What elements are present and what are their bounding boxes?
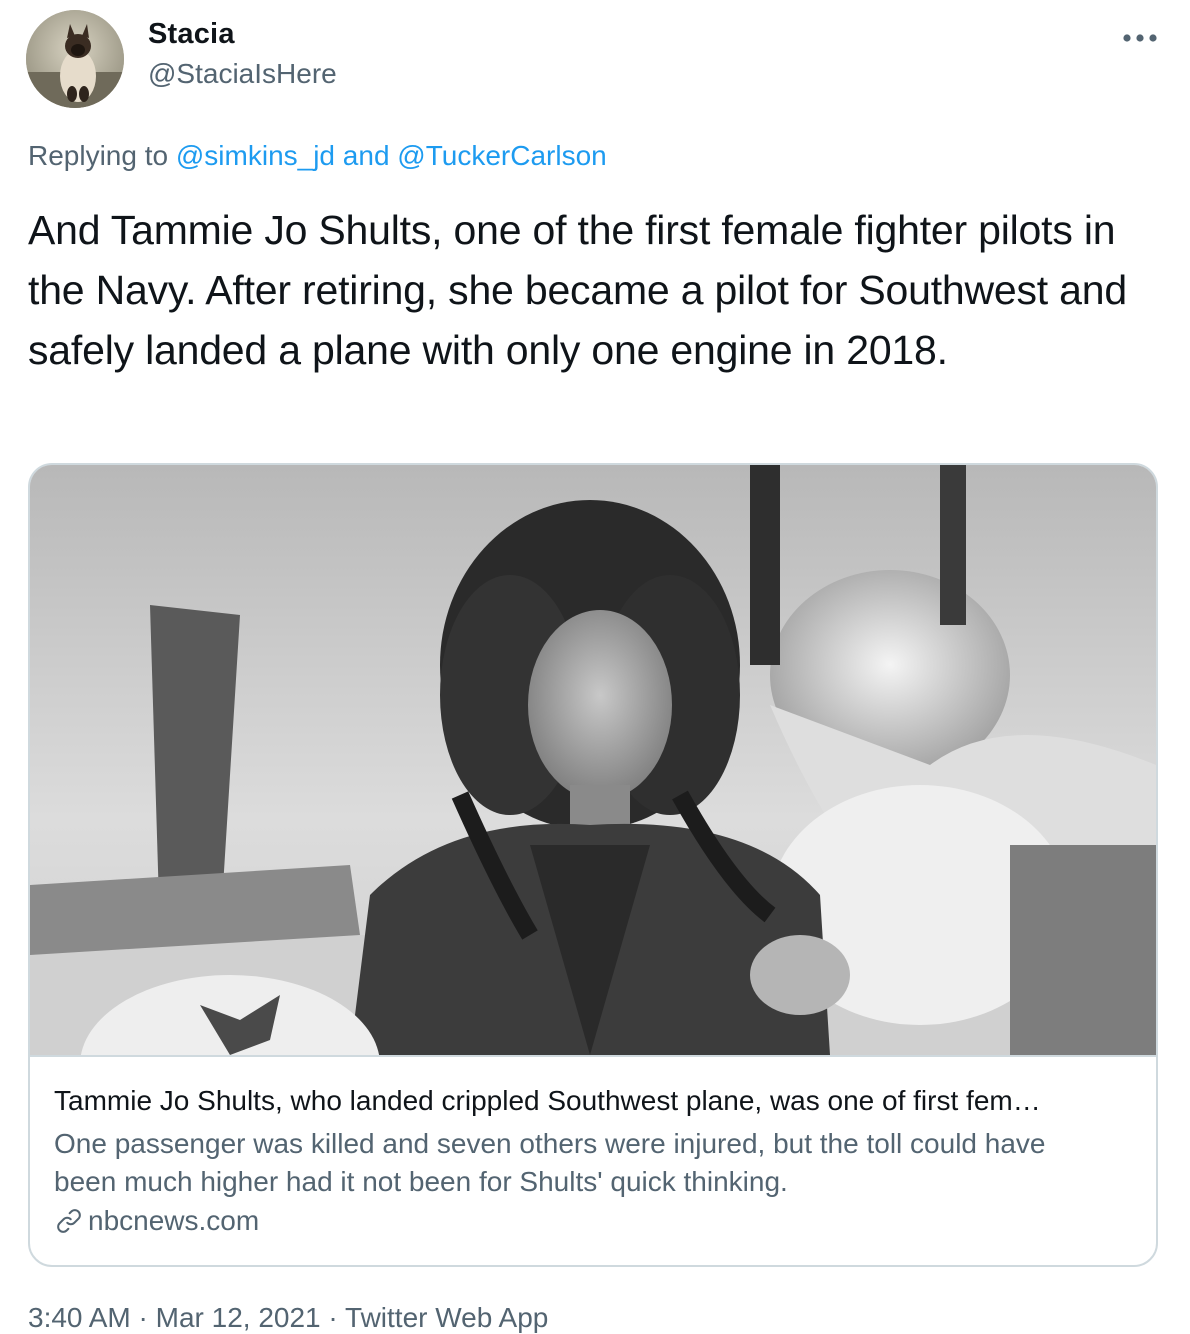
tweet-meta: 3:40 AM · Mar 12, 2021 · Twitter Web App: [28, 1302, 548, 1334]
tweet: Stacia @StaciaIsHere Replying to @simkin…: [0, 0, 1190, 1334]
card-domain-text: nbcnews.com: [88, 1205, 260, 1236]
more-options-icon[interactable]: [1118, 20, 1162, 56]
tweet-text: And Tammie Jo Shults, one of the first f…: [28, 207, 1127, 373]
avatar[interactable]: [26, 10, 124, 108]
tweet-client[interactable]: Twitter Web App: [345, 1302, 548, 1333]
card-title[interactable]: Tammie Jo Shults, who landed crippled So…: [54, 1085, 1134, 1117]
reply-mention-tuckercarlson[interactable]: @TuckerCarlson: [397, 140, 606, 171]
replying-to: Replying to @simkins_jd and @TuckerCarls…: [28, 140, 607, 172]
card-divider: [30, 1055, 1156, 1057]
card-domain[interactable]: nbcnews.com: [54, 1205, 259, 1237]
card-image[interactable]: [30, 465, 1156, 1055]
link-icon: [54, 1206, 84, 1236]
author-handle[interactable]: @StaciaIsHere: [148, 58, 337, 90]
card-description[interactable]: One passenger was killed and seven other…: [54, 1125, 1114, 1201]
author-name[interactable]: Stacia: [148, 18, 235, 51]
reply-mention-and[interactable]: and: [343, 140, 390, 171]
meta-separator-2: ·: [328, 1302, 338, 1333]
replying-to-label: Replying to: [28, 140, 169, 171]
link-card[interactable]: Tammie Jo Shults, who landed crippled So…: [28, 463, 1158, 1267]
meta-separator-1: ·: [138, 1302, 148, 1333]
tweet-time[interactable]: 3:40 AM: [28, 1302, 131, 1333]
reply-mention-simkins[interactable]: @simkins_jd: [176, 140, 335, 171]
tweet-date[interactable]: Mar 12, 2021: [156, 1302, 321, 1333]
